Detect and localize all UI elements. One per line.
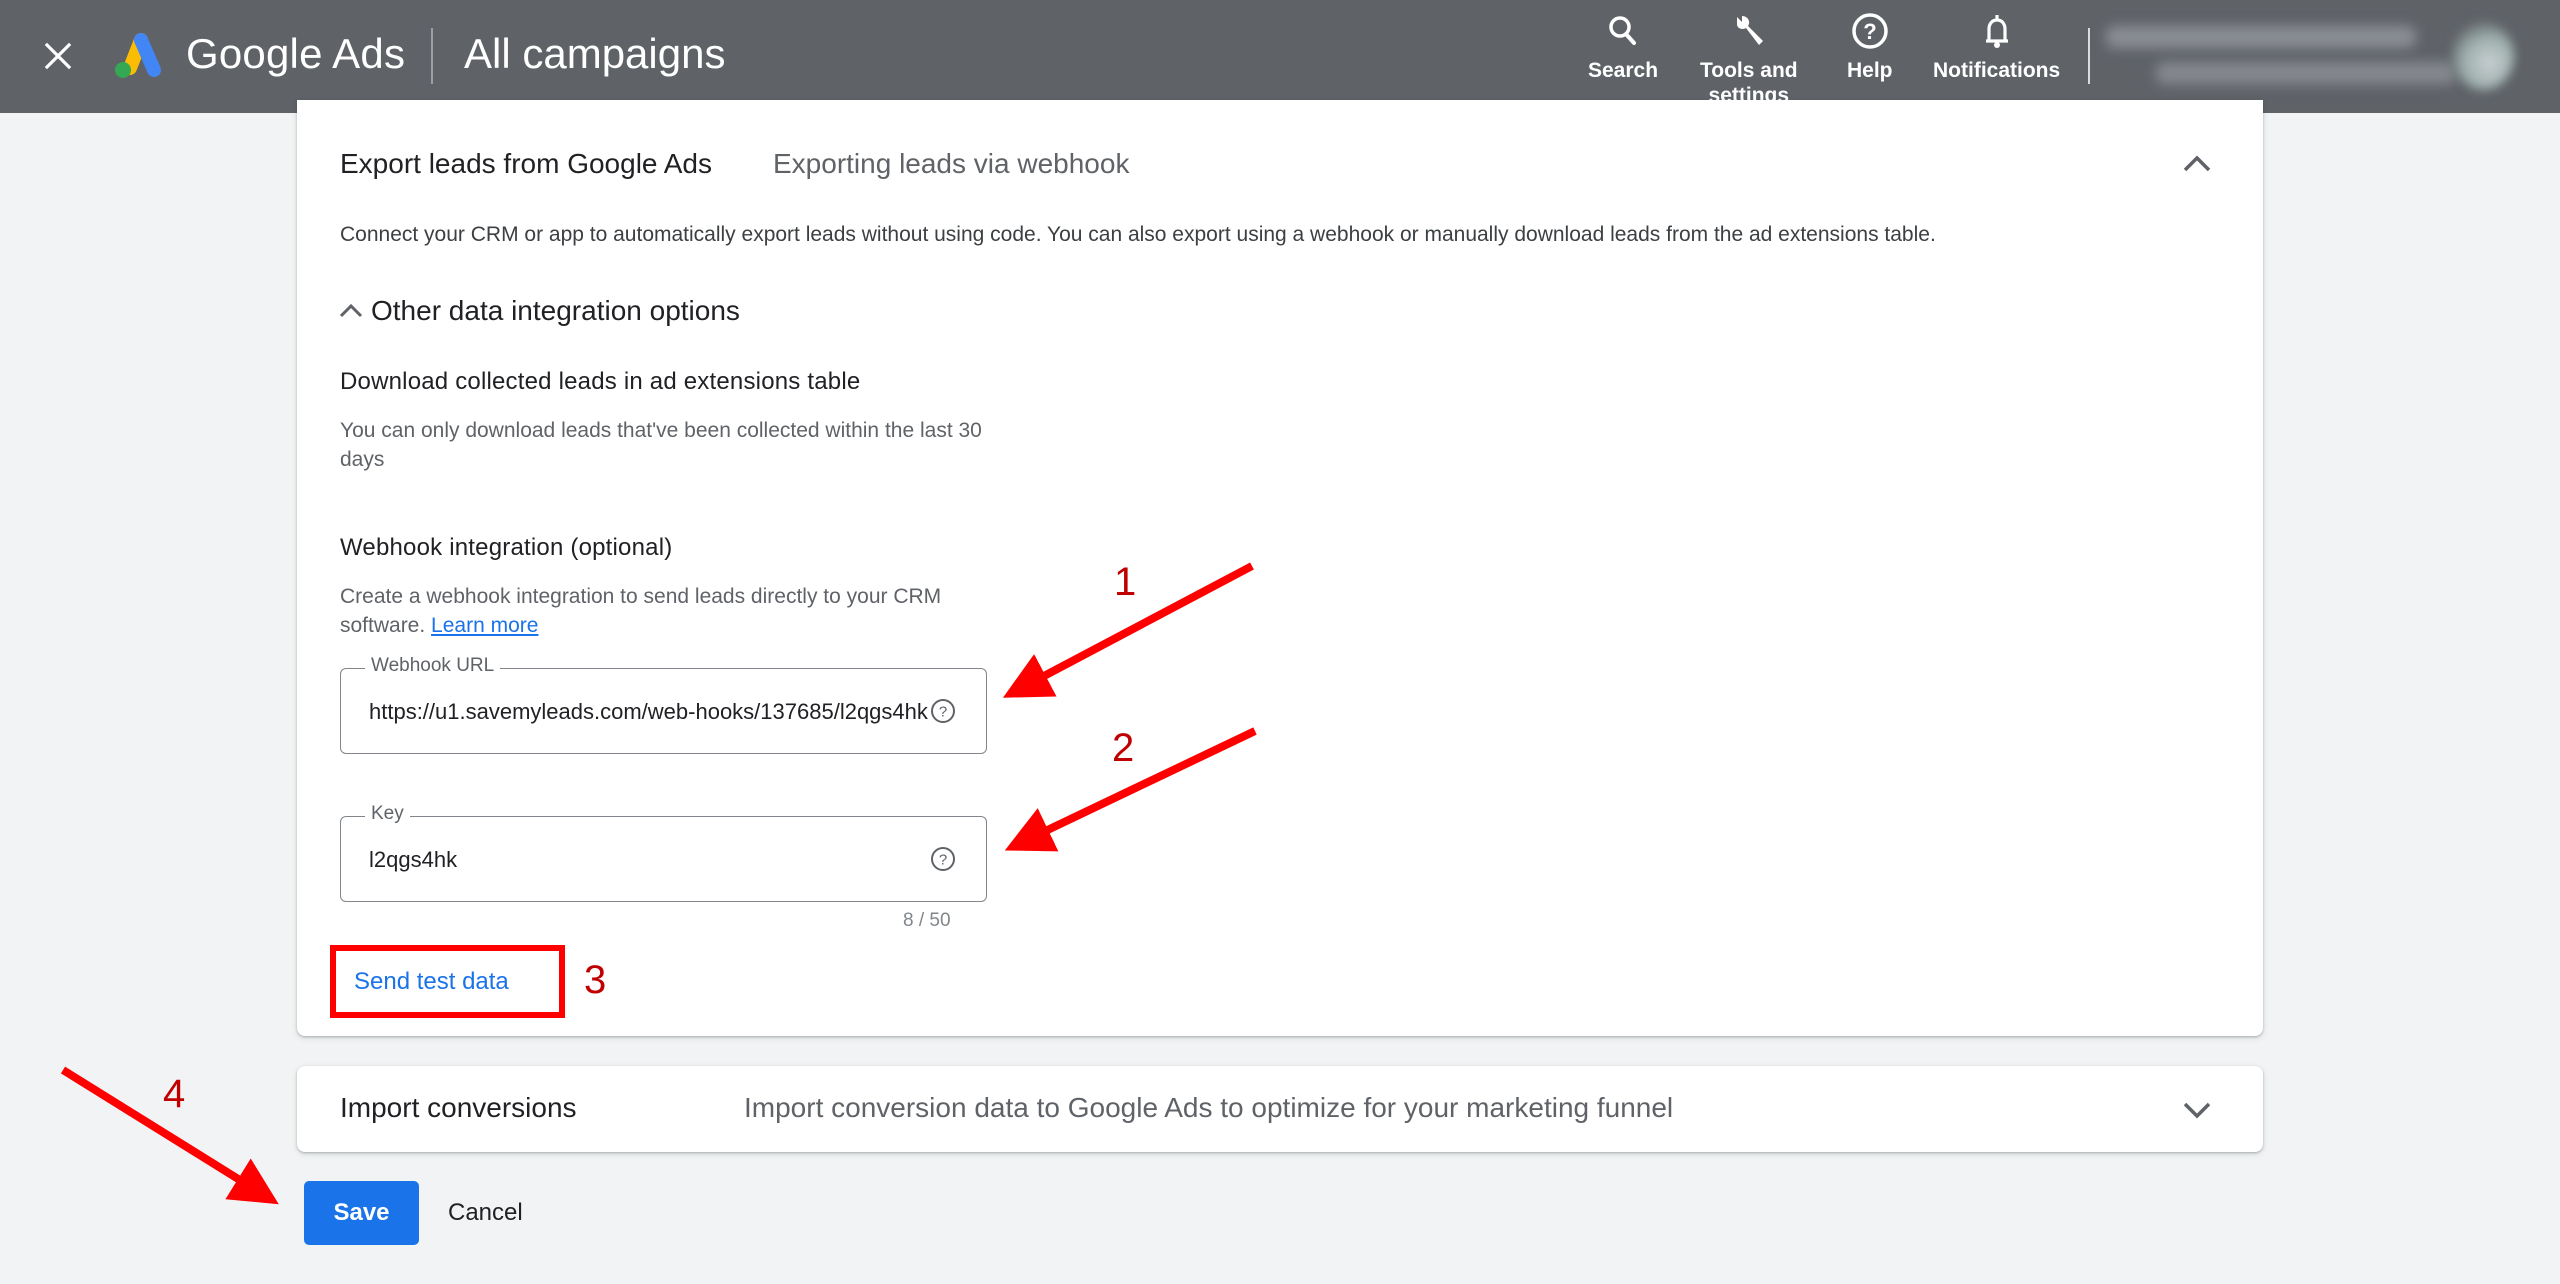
header-divider [431, 28, 433, 84]
google-ads-logo [108, 30, 164, 82]
export-description: Connect your CRM or app to automatically… [340, 223, 1936, 246]
chevron-down-icon [2183, 1102, 2211, 1119]
import-conversions-card[interactable]: Import conversions Import conversion dat… [297, 1066, 2263, 1152]
export-section-title: Export leads from Google Ads [340, 148, 712, 179]
key-character-counter: 8 / 50 [903, 910, 951, 931]
chevron-up-icon [339, 303, 363, 318]
chevron-up-icon [2183, 155, 2211, 172]
export-section-subtitle: Exporting leads via webhook [773, 148, 1130, 179]
download-leads-heading: Download collected leads in ad extension… [340, 368, 861, 395]
annotation-label-4: 4 [163, 1072, 186, 1116]
brand-name: Google Ads [186, 30, 406, 77]
key-label: Key [365, 803, 410, 825]
account-info[interactable] [2106, 20, 2506, 90]
help-circle-icon: ? [1849, 10, 1891, 52]
account-email-blurred [2156, 62, 2456, 84]
other-options-toggle[interactable]: Other data integration options [337, 295, 740, 327]
export-leads-card: Export leads from Google Ads Exporting l… [297, 100, 2263, 1036]
import-section-title: Import conversions [340, 1092, 577, 1123]
wrench-icon [1728, 10, 1770, 52]
top-app-bar: Google Ads All campaigns Search Tools an… [0, 0, 2560, 113]
annotation-arrow-4 [60, 1066, 279, 1205]
expand-section-button[interactable] [2177, 1090, 2217, 1130]
webhook-text: Create a webhook integration to send lea… [340, 582, 1020, 640]
download-leads-text: You can only download leads that've been… [340, 419, 982, 471]
key-field[interactable]: Key ? [340, 803, 987, 902]
nav-search-label: Search [1588, 59, 1659, 82]
webhook-heading: Webhook integration (optional) [340, 534, 673, 561]
other-options-label: Other data integration options [371, 295, 740, 326]
nav-tools-settings-button[interactable]: Tools and settings [1700, 10, 1798, 108]
key-input[interactable] [369, 845, 929, 875]
help-icon[interactable]: ? [928, 844, 958, 874]
close-button[interactable] [38, 36, 78, 76]
cancel-button[interactable]: Cancel [448, 1181, 523, 1245]
learn-more-link[interactable]: Learn more [431, 614, 538, 637]
send-test-data-button[interactable]: Send test data [354, 968, 509, 996]
close-icon [44, 42, 72, 70]
collapse-section-button[interactable] [2177, 144, 2217, 184]
nav-search-button[interactable]: Search [1588, 10, 1658, 83]
save-button[interactable]: Save [304, 1181, 419, 1245]
svg-text:?: ? [1863, 19, 1876, 44]
account-name-blurred [2106, 26, 2416, 48]
svg-text:?: ? [939, 852, 947, 869]
import-section-subtitle: Import conversion data to Google Ads to … [744, 1092, 1674, 1123]
nav-notifications-button[interactable]: Notifications [1933, 10, 2060, 83]
bell-icon [1976, 10, 2018, 52]
avatar[interactable] [2452, 22, 2514, 90]
nav-notifications-label: Notifications [1933, 59, 2061, 82]
help-icon[interactable]: ? [928, 696, 958, 726]
search-icon [1602, 10, 1644, 52]
svg-text:?: ? [939, 704, 947, 721]
webhook-url-label: Webhook URL [365, 655, 501, 677]
nav-help-label: Help [1847, 59, 1893, 82]
webhook-url-input[interactable] [369, 697, 929, 727]
nav-help-button[interactable]: ? Help [1847, 10, 1893, 83]
page-title: All campaigns [464, 30, 726, 77]
webhook-url-field[interactable]: Webhook URL ? [340, 655, 987, 754]
header-divider [2088, 28, 2090, 84]
